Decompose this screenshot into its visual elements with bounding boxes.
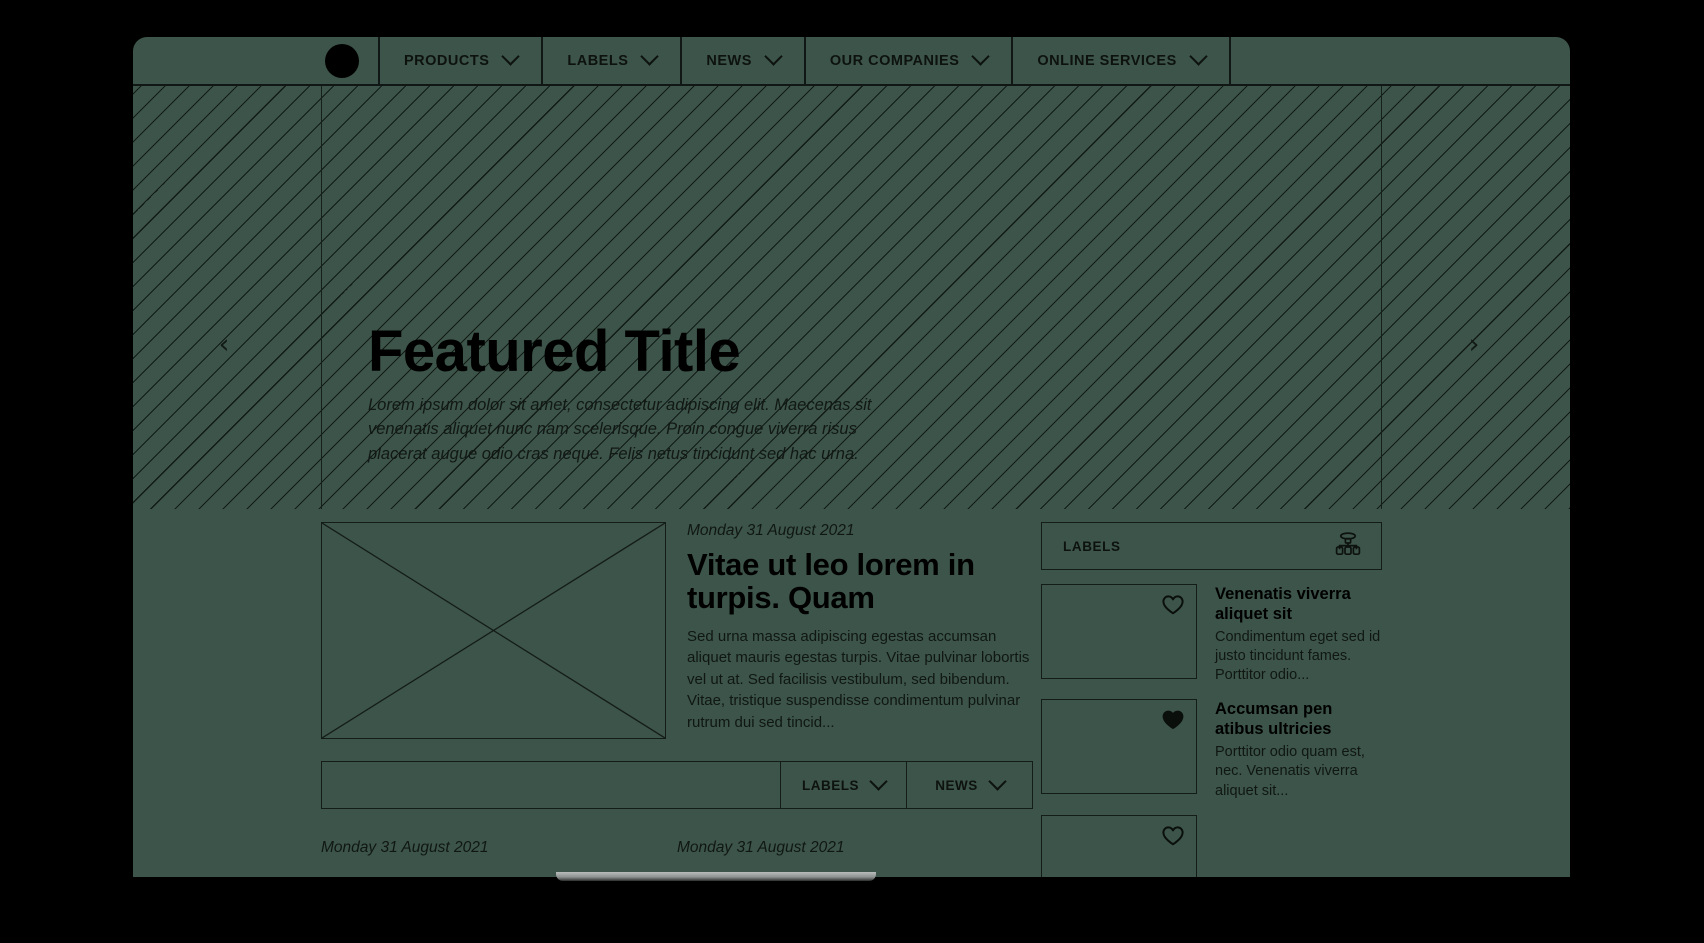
device-base-stand — [556, 872, 876, 881]
hero-carousel: Featured Title Lorem ipsum dolor sit ame… — [133, 86, 1570, 509]
sidebar: LABELS Venenatis viverra aliquet sit Con… — [1041, 522, 1382, 877]
label-card-title: Accumsan pen atibus ultricies — [1215, 700, 1333, 739]
nav-item-label: NEWS — [706, 52, 752, 69]
filter-select-news[interactable]: NEWS — [906, 762, 1032, 808]
teaser-date: Monday 31 August 2021 — [321, 839, 489, 856]
chevron-down-icon — [869, 771, 888, 791]
label-card-excerpt: Porttitor odio quam est, nec. Venenatis … — [1215, 744, 1365, 799]
nav-item-our-companies[interactable]: OUR COMPANIES — [803, 37, 1012, 84]
label-card-body — [1215, 815, 1382, 877]
nav-item-label: OUR COMPANIES — [829, 52, 960, 69]
browser-screen: PRODUCTS LABELS NEWS OUR COMPANIES ONLIN… — [133, 37, 1570, 877]
label-card-body: Venenatis viverra aliquet sit Condimentu… — [1215, 584, 1382, 685]
filter-select-label: NEWS — [935, 777, 978, 793]
nav-item-label: LABELS — [567, 52, 629, 69]
chevron-down-icon — [640, 47, 660, 66]
carousel-prev-arrow-icon[interactable]: ‹ — [211, 331, 237, 358]
label-card-body: Accumsan pen atibus ultricies Porttitor … — [1215, 699, 1382, 800]
chevron-down-icon — [971, 47, 991, 66]
sidebar-label-card[interactable]: Venenatis viverra aliquet sit Condimentu… — [1041, 584, 1382, 685]
teaser-item[interactable]: Monday 31 August 2021 — [677, 839, 1033, 857]
chevron-down-icon — [1189, 47, 1208, 66]
featured-article[interactable]: Monday 31 August 2021 Vitae ut leo lorem… — [321, 509, 1034, 739]
main-column: Monday 31 August 2021 Vitae ut leo lorem… — [321, 509, 1034, 739]
sidebar-label-card[interactable]: Accumsan pen atibus ultricies Porttitor … — [1041, 699, 1382, 800]
heart-outline-icon[interactable] — [1162, 826, 1184, 846]
nav-item-label: PRODUCTS — [404, 52, 490, 69]
heart-filled-icon[interactable] — [1162, 710, 1184, 730]
chevron-down-icon — [764, 47, 783, 66]
label-card-thumbnail — [1041, 699, 1197, 795]
label-card-thumbnail — [1041, 584, 1197, 679]
teaser-item[interactable]: Monday 31 August 2021 — [321, 839, 677, 857]
filter-bar: LABELS NEWS — [321, 761, 1033, 809]
filter-select-labels[interactable]: LABELS — [780, 762, 906, 808]
logo-zone — [133, 37, 378, 84]
hero-subtitle: Lorem ipsum dolor sit amet, consectetur … — [368, 396, 872, 463]
search-input[interactable] — [322, 762, 780, 808]
logo-dot-icon[interactable] — [325, 43, 359, 78]
teaser-date: Monday 31 August 2021 — [677, 839, 845, 856]
sidebar-labels-header[interactable]: LABELS — [1041, 522, 1382, 570]
featured-article-body: Monday 31 August 2021 Vitae ut leo lorem… — [687, 522, 1034, 739]
nav-item-labels[interactable]: LABELS — [541, 37, 680, 84]
chevron-down-icon — [988, 771, 1007, 791]
image-placeholder — [321, 522, 666, 739]
label-card-thumbnail — [1041, 814, 1197, 877]
label-card-title: Venenatis viverra aliquet sit — [1215, 585, 1351, 623]
featured-article-date: Monday 31 August 2021 — [687, 522, 855, 539]
carousel-next-arrow-icon[interactable]: › — [1461, 331, 1487, 358]
hero-title: Featured Title — [368, 319, 741, 384]
nav-item-label: ONLINE SERVICES — [1037, 52, 1177, 69]
nav-item-news[interactable]: NEWS — [680, 37, 804, 84]
heart-outline-icon[interactable] — [1162, 595, 1184, 615]
hero-text-block: Featured Title Lorem ipsum dolor sit ame… — [368, 323, 1008, 466]
top-navigation-bar: PRODUCTS LABELS NEWS OUR COMPANIES ONLIN… — [133, 37, 1570, 86]
featured-article-excerpt: Sed urna massa adipiscing egestas accums… — [687, 627, 1030, 731]
nav-item-products[interactable]: PRODUCTS — [378, 37, 541, 84]
content-area: Monday 31 August 2021 Vitae ut leo lorem… — [133, 509, 1570, 877]
filter-select-label: LABELS — [802, 777, 859, 793]
sidebar-label-card[interactable] — [1041, 814, 1382, 877]
sidebar-labels-title: LABELS — [1063, 538, 1121, 554]
teaser-row: Monday 31 August 2021 Monday 31 August 2… — [321, 839, 1033, 857]
chevron-down-icon — [501, 47, 521, 66]
sitemap-icon — [1335, 531, 1361, 561]
label-card-excerpt: Condimentum eget sed id justo tincidunt … — [1215, 628, 1381, 684]
device-frame: PRODUCTS LABELS NEWS OUR COMPANIES ONLIN… — [133, 37, 1570, 877]
featured-article-title: Vitae ut leo lorem in turpis. Quam — [687, 547, 975, 616]
nav-item-online-services[interactable]: ONLINE SERVICES — [1011, 37, 1231, 84]
